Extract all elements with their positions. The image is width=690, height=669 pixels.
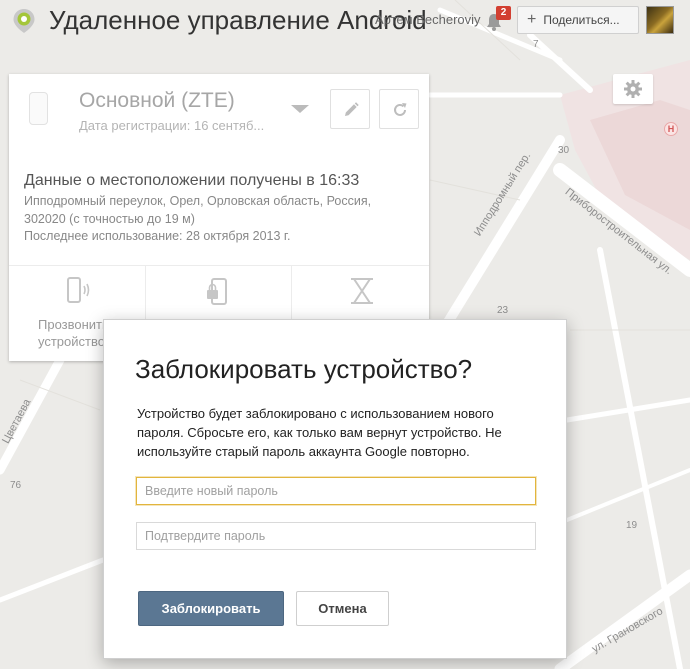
notification-count-badge[interactable]: 2 <box>496 6 511 20</box>
share-button-label: Поделиться... <box>543 13 620 27</box>
hospital-marker-icon[interactable]: H <box>664 122 678 136</box>
page-title: Удаленное управление Android <box>49 5 427 35</box>
lock-phone-icon <box>207 278 227 305</box>
dialog-title: Заблокировать устройство? <box>135 354 473 384</box>
house-number: 76 <box>10 480 22 491</box>
house-number: 23 <box>497 305 509 316</box>
pencil-icon <box>345 102 359 116</box>
erase-phone-icon <box>351 278 373 304</box>
house-number: 7 <box>533 39 539 50</box>
phone-icon <box>29 92 48 125</box>
settings-button[interactable] <box>613 74 653 104</box>
plus-icon: + <box>527 11 537 28</box>
last-used-date: Последнее использование: 28 октября 2013… <box>24 229 291 243</box>
ring-phone-icon <box>67 277 90 303</box>
share-button[interactable]: + Поделиться... <box>517 6 639 34</box>
lock-device-dialog: Заблокировать устройство? Устройство буд… <box>103 319 567 659</box>
house-number: 19 <box>626 520 638 531</box>
location-title: Данные о местоположении получены в 16:33 <box>24 172 360 189</box>
refresh-icon <box>394 103 407 116</box>
registration-date: Дата регистрации: 16 сентяб... <box>79 118 265 133</box>
new-password-field[interactable] <box>136 477 536 505</box>
lock-button[interactable]: Заблокировать <box>138 591 284 626</box>
confirm-password-field[interactable] <box>136 522 536 550</box>
refresh-button[interactable] <box>379 89 419 129</box>
avatar[interactable] <box>646 6 674 34</box>
house-number: 30 <box>558 145 570 156</box>
location-address: Ипподромный переулок, Орел, Орловская об… <box>24 194 372 226</box>
dialog-description: Устройство будет заблокировано с использ… <box>137 406 502 459</box>
device-card: Основной (ZTE) Дата регистрации: 16 сент… <box>9 74 429 361</box>
android-device-manager-logo-icon <box>11 8 37 34</box>
rename-button[interactable] <box>330 89 370 129</box>
user-name[interactable]: Артем Becheroviy <box>375 12 481 27</box>
gear-icon <box>624 80 642 98</box>
device-name: Основной (ZTE) <box>79 89 235 112</box>
cancel-button[interactable]: Отмена <box>296 591 389 626</box>
device-select-chevron-down-icon[interactable] <box>291 105 309 113</box>
